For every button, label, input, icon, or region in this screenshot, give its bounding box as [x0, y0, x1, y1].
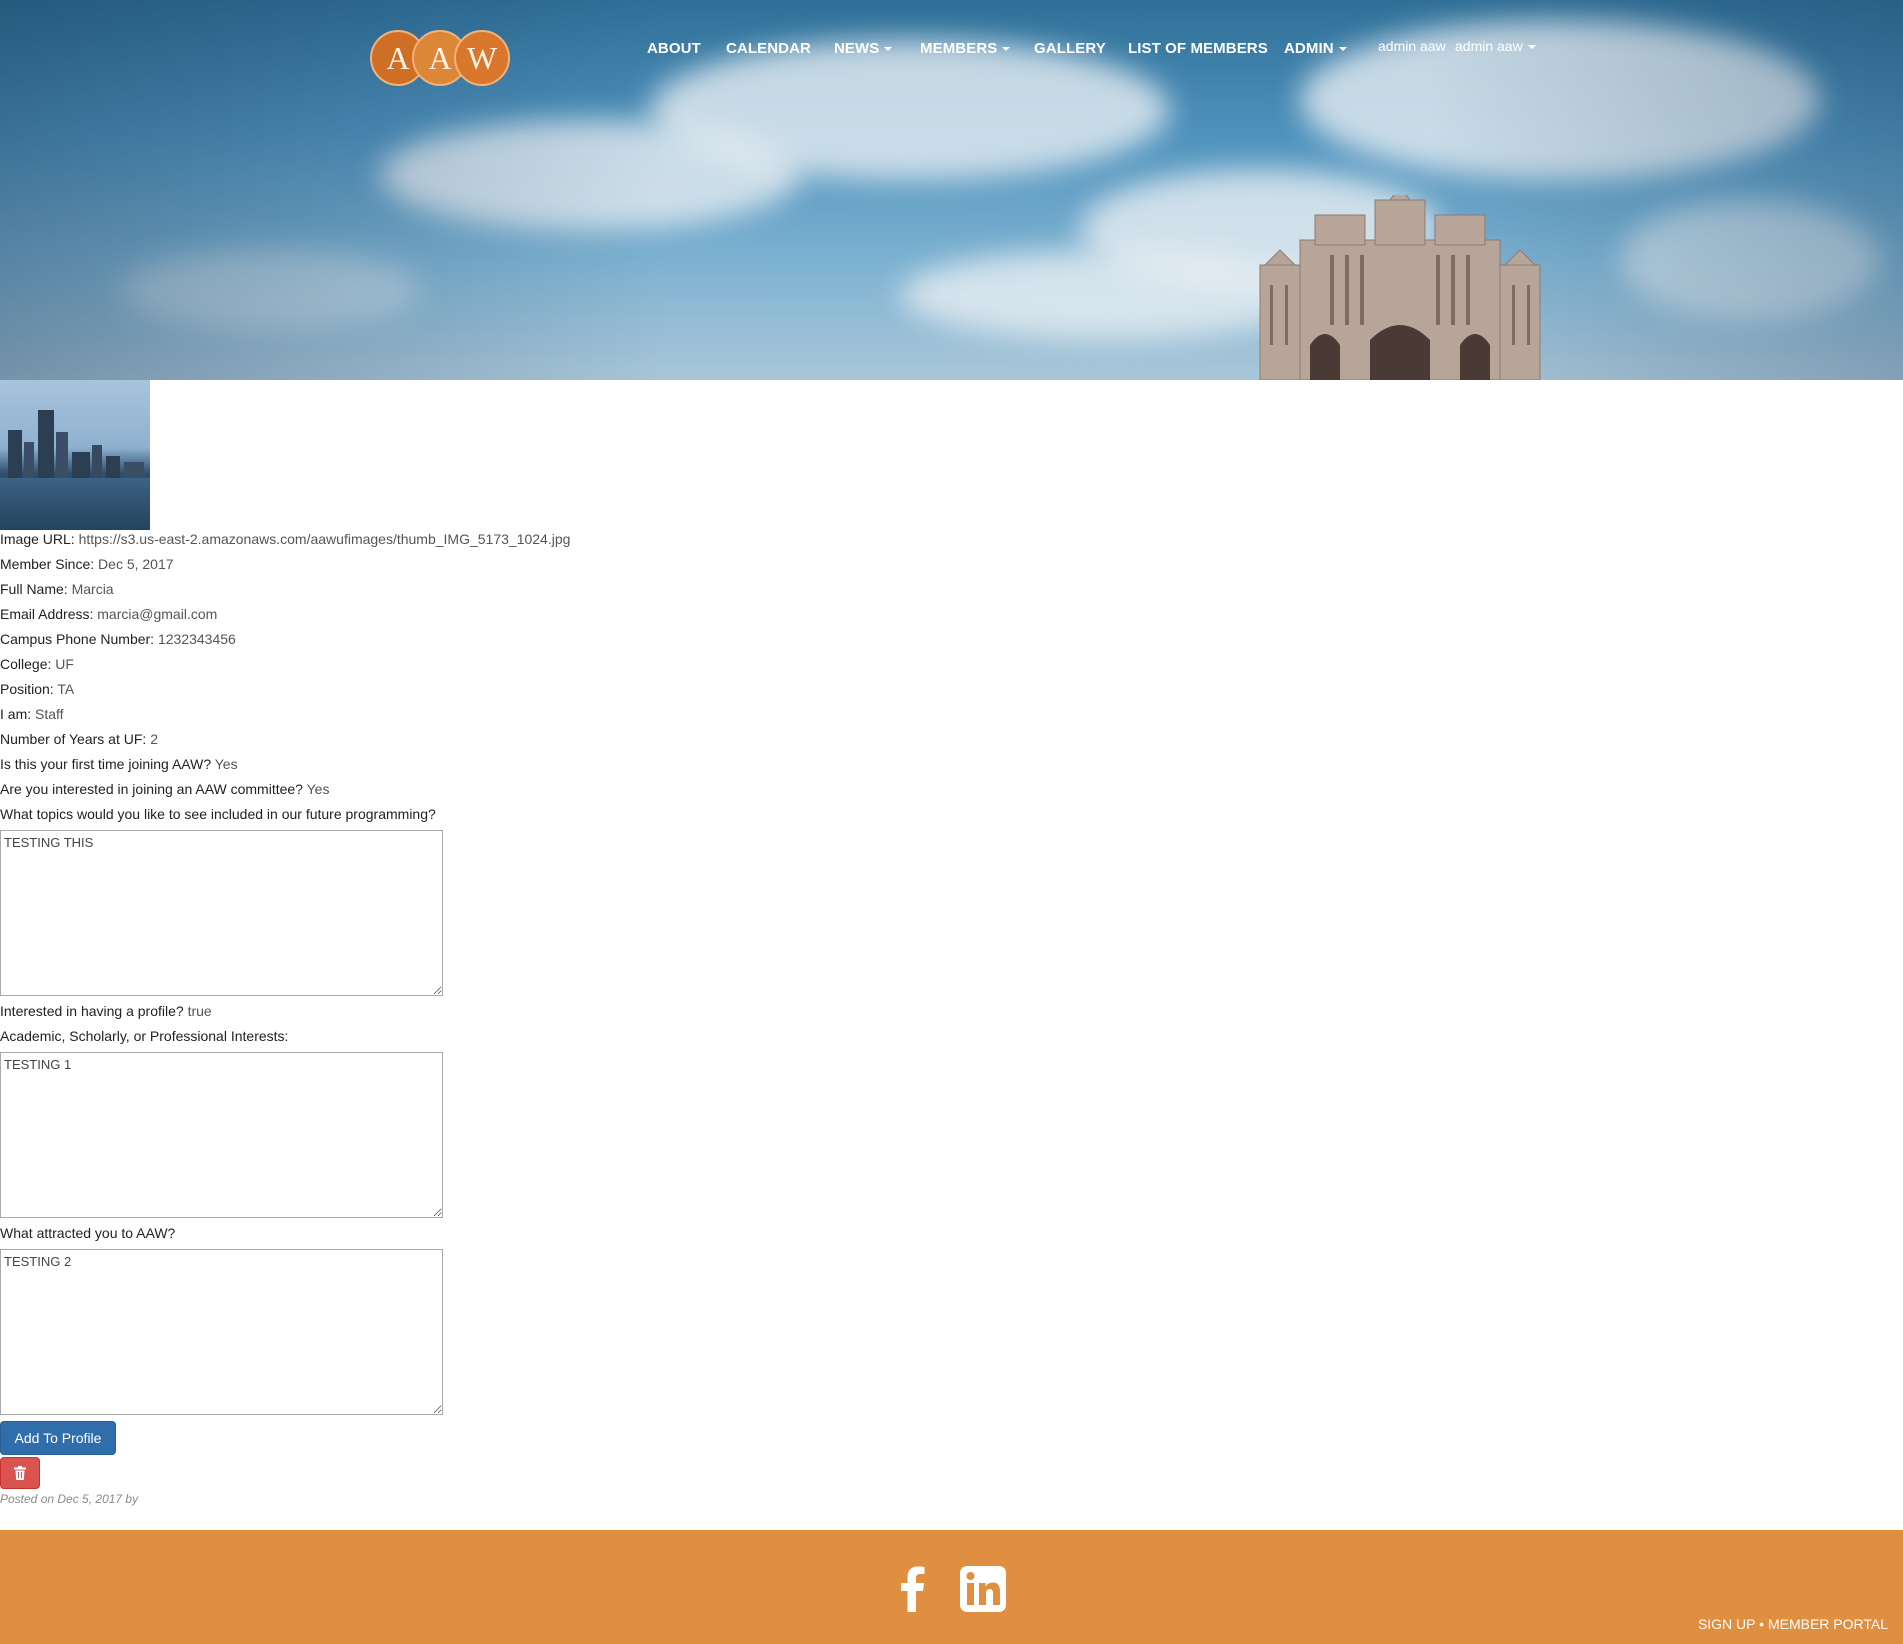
tower-building-image [1259, 195, 1541, 380]
interests-textarea[interactable]: TESTING 1 [0, 1052, 443, 1218]
signup-link[interactable]: SIGN UP [1698, 1616, 1755, 1632]
caret-down-icon [1002, 47, 1011, 52]
caret-down-icon [1338, 47, 1347, 52]
field-committee-interest: Are you interested in joining an AAW com… [0, 781, 330, 797]
attracted-textarea[interactable]: TESTING 2 [0, 1249, 443, 1415]
user-dropdown-toggle[interactable]: admin aaw [1455, 38, 1536, 54]
add-to-profile-button[interactable]: Add To Profile [0, 1421, 116, 1455]
field-college: College: UF [0, 656, 74, 672]
nav-gallery-link[interactable]: GALLERY [1034, 40, 1106, 57]
field-years-at-uf: Number of Years at UF: 2 [0, 731, 158, 747]
caret-down-icon [1527, 45, 1536, 50]
field-i-am: I am: Staff [0, 706, 64, 722]
logo-circle: W [454, 30, 510, 86]
trash-icon [14, 1466, 26, 1480]
field-profile-interest: Interested in having a profile? true [0, 1003, 212, 1019]
profile-thumbnail-image [0, 380, 150, 530]
interests-question: Academic, Scholarly, or Professional Int… [0, 1028, 289, 1044]
attracted-question: What attracted you to AAW? [0, 1225, 176, 1241]
aaw-logo[interactable]: A A W [370, 30, 510, 90]
topics-question: What topics would you like to see includ… [0, 806, 436, 822]
nav-admin-dropdown[interactable]: ADMIN [1284, 40, 1347, 57]
facebook-icon[interactable] [888, 1564, 938, 1614]
nav-list-of-members-link[interactable]: LIST OF MEMBERS [1128, 40, 1268, 57]
field-email: Email Address: marcia@gmail.com [0, 606, 218, 622]
hero-banner: A A W ABOUT CALENDAR NEWS MEMBERS GALLER… [0, 0, 1903, 380]
nav-news-dropdown[interactable]: NEWS [834, 40, 893, 57]
field-image-url: Image URL: https://s3.us-east-2.amazonaw… [0, 531, 571, 547]
caret-down-icon [884, 47, 893, 52]
nav-about-link[interactable]: ABOUT [647, 40, 701, 57]
topics-textarea[interactable]: TESTING THIS [0, 830, 443, 996]
field-full-name: Full Name: Marcia [0, 581, 114, 597]
nav-members-dropdown[interactable]: MEMBERS [920, 40, 1011, 57]
footer-links: SIGN UP • MEMBER PORTAL [1698, 1616, 1888, 1632]
linkedin-icon[interactable] [958, 1564, 1008, 1614]
footer-separator: • [1759, 1616, 1765, 1632]
user-display-name: admin aaw [1378, 38, 1446, 54]
posted-date: Posted on Dec 5, 2017 by [0, 1492, 139, 1506]
delete-button[interactable] [0, 1457, 40, 1489]
member-portal-link[interactable]: MEMBER PORTAL [1768, 1616, 1888, 1632]
footer: SIGN UP • MEMBER PORTAL [0, 1530, 1903, 1644]
field-first-time: Is this your first time joining AAW? Yes [0, 756, 238, 772]
nav-calendar-link[interactable]: CALENDAR [726, 40, 811, 57]
field-member-since: Member Since: Dec 5, 2017 [0, 556, 174, 572]
field-position: Position: TA [0, 681, 75, 697]
user-menu[interactable]: admin aaw admin aaw [1378, 38, 1536, 54]
field-campus-phone: Campus Phone Number: 1232343456 [0, 631, 236, 647]
